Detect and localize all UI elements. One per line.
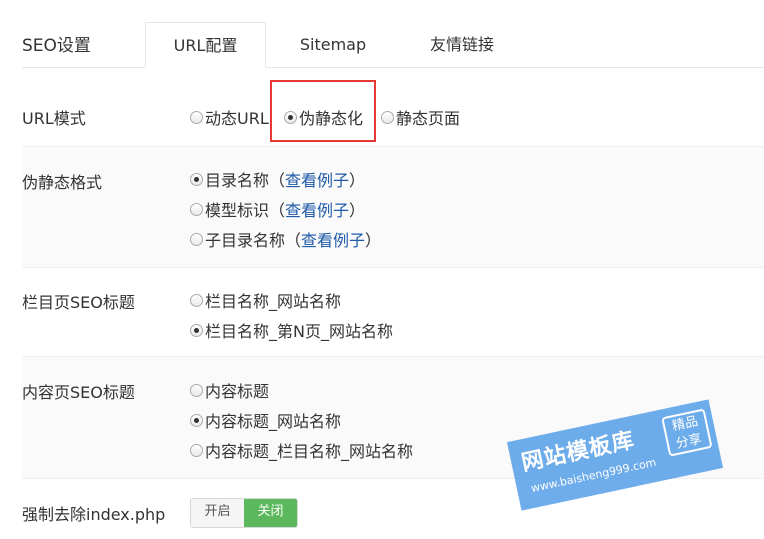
column-seo-option-2-label: 栏目名称_第N页_网站名称 [205,322,393,341]
paren-close: ） [365,231,382,250]
url-mode-static-option[interactable]: 静态页面 [381,105,460,129]
rewrite-format-label: 伪静态格式 [22,173,103,192]
rewrite-format-subdir-label: 子目录名称 [205,231,286,250]
paren-close: ） [349,201,366,220]
toggle-off-option[interactable]: 关闭 [244,499,297,527]
rewrite-format-option-subdir[interactable]: 子目录名称 （ 查看例子 ） [190,227,381,251]
url-mode-static-label: 静态页面 [396,109,461,128]
paren-close: ） [349,171,366,190]
radio-model-id[interactable] [190,202,203,216]
radio-static-page[interactable] [381,110,394,124]
url-mode-label: URL模式 [22,109,86,128]
radio-subdir-name[interactable] [190,232,203,246]
radio-content-title-site[interactable] [190,413,203,427]
column-seo-option-1-label: 栏目名称_网站名称 [205,292,342,311]
content-seo-option-2[interactable]: 内容标题_网站名称 [190,408,341,432]
rewrite-format-option-model[interactable]: 模型标识 （ 查看例子 ） [190,197,365,221]
paren-open: （ [285,231,302,250]
example-link[interactable]: 查看例子 [301,227,365,251]
url-mode-dynamic-label: 动态URL [205,109,269,128]
rewrite-format-option-dir[interactable]: 目录名称 （ 查看例子 ） [190,167,365,191]
column-seo-title-row: 栏目页SEO标题 [22,268,764,356]
content-seo-option-3[interactable]: 内容标题_栏目名称_网站名称 [190,438,413,462]
content-seo-option-3-label: 内容标题_栏目名称_网站名称 [205,442,414,461]
tab-url-config[interactable]: URL配置 [145,22,266,68]
content-seo-option-1[interactable]: 内容标题 [190,378,269,402]
remove-index-row: 强制去除index.php [22,479,764,539]
radio-dir-name[interactable] [190,172,203,186]
radio-content-title-column-site[interactable] [190,443,203,457]
tab-sitemap[interactable]: Sitemap [276,22,390,68]
page-title: SEO设置 [22,36,91,56]
rewrite-format-dir-label: 目录名称 [205,171,270,190]
remove-index-label: 强制去除index.php [22,505,166,524]
toggle-on-option[interactable]: 开启 [191,499,244,527]
radio-column-page-site[interactable] [190,323,203,337]
example-link[interactable]: 查看例子 [285,197,349,221]
content-seo-option-1-label: 内容标题 [205,382,270,401]
highlight-box [270,80,376,142]
radio-dynamic-url[interactable] [190,110,203,124]
example-link[interactable]: 查看例子 [285,167,349,191]
column-seo-option-2[interactable]: 栏目名称_第N页_网站名称 [190,318,393,342]
content-seo-option-2-label: 内容标题_网站名称 [205,412,342,431]
radio-content-title[interactable] [190,383,203,397]
paren-open: （ [269,171,286,190]
column-seo-title-label: 栏目页SEO标题 [22,293,135,312]
settings-header: SEO设置 URL配置 Sitemap 友情链接 [0,0,764,68]
watermark-badge: 精品 分享 [661,408,713,457]
paren-open: （ [269,201,286,220]
content-seo-title-label: 内容页SEO标题 [22,383,135,402]
remove-index-toggle[interactable]: 开启 关闭 [190,498,298,528]
column-seo-option-1[interactable]: 栏目名称_网站名称 [190,288,341,312]
rewrite-format-model-label: 模型标识 [205,201,270,220]
radio-column-name-site[interactable] [190,293,203,307]
tab-friend-links[interactable]: 友情链接 [403,22,521,68]
rewrite-format-row: 伪静态格式 [22,147,764,267]
url-mode-dynamic-option[interactable]: 动态URL [190,105,269,129]
